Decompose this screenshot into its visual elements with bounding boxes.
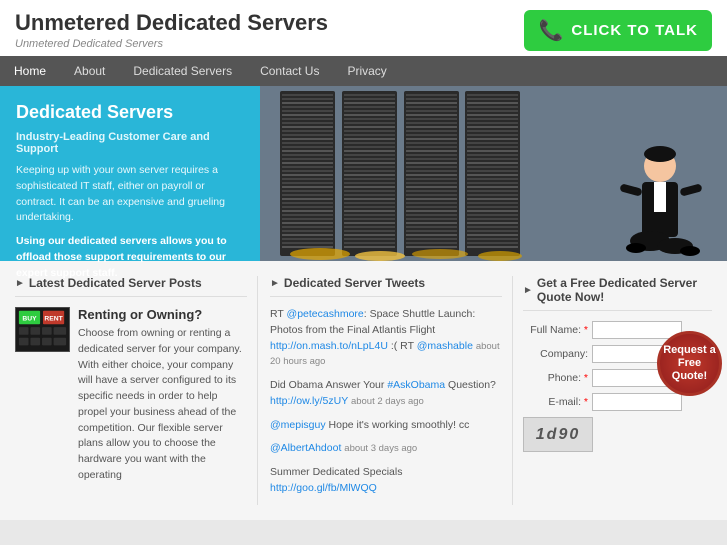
required-star-email: * [584, 396, 588, 408]
click-to-talk-button[interactable]: 📞 CLICK TO TALK [524, 10, 712, 51]
tweet-link-3[interactable]: http://goo.gl/fb/MlWQQ [270, 482, 377, 494]
tweet-3: @mepisguy Hope it's working smoothly! cc [270, 418, 502, 434]
quote-arrow-icon: ► [523, 285, 533, 296]
post-item: BUY RENT Renting or Owning? Choose from … [15, 307, 247, 484]
request-quote-button[interactable]: Request a Free Quote! [657, 331, 722, 396]
page-header: Unmetered Dedicated Servers Unmetered De… [0, 0, 727, 56]
main-content: ► Latest Dedicated Server Posts BUY RENT [0, 261, 727, 520]
tweet-user-link-2[interactable]: @mashable [417, 340, 473, 352]
click-to-talk-label: CLICK TO TALK [571, 22, 698, 39]
required-star-phone: * [584, 372, 588, 384]
fullname-label: Full Name: * [523, 324, 588, 336]
company-label: Company: [523, 348, 588, 360]
tweet-2: Did Obama Answer Your #AskObama Question… [270, 378, 502, 410]
post-thumbnail: BUY RENT [15, 307, 70, 352]
quote-column: ► Get a Free Dedicated Server Quote Now!… [512, 276, 712, 505]
posts-section-title: ► Latest Dedicated Server Posts [15, 276, 247, 297]
tweet-link-2[interactable]: http://ow.ly/5zUY [270, 395, 348, 407]
quote-section-title: ► Get a Free Dedicated Server Quote Now! [523, 276, 712, 311]
tweet-user-link-3[interactable]: @mepisguy [270, 419, 326, 431]
hero-subtitle: Industry-Leading Customer Care and Suppo… [16, 131, 244, 155]
hero-bold-text: Using our dedicated servers allows you t… [16, 234, 244, 281]
navigation: Home About Dedicated Servers Contact Us … [0, 56, 727, 86]
nav-item-dedicated-servers[interactable]: Dedicated Servers [119, 56, 246, 86]
post-title: Renting or Owning? [78, 307, 247, 322]
phone-icon: 📞 [538, 18, 563, 43]
posts-arrow-icon: ► [15, 278, 25, 289]
posts-column: ► Latest Dedicated Server Posts BUY RENT [15, 276, 257, 505]
nav-item-contact-us[interactable]: Contact Us [246, 56, 333, 86]
tweet-5: Summer Dedicated Specials http://goo.gl/… [270, 465, 502, 497]
tweet-time-4: about 3 days ago [344, 443, 417, 454]
hero-content: Dedicated Servers Industry-Leading Custo… [0, 86, 260, 261]
email-input[interactable] [592, 393, 682, 411]
post-content: Renting or Owning? Choose from owning or… [78, 307, 247, 484]
tweets-column: ► Dedicated Server Tweets RT @petecashmo… [257, 276, 512, 505]
tweet-1: RT @petecashmore: Space Shuttle Launch: … [270, 307, 502, 370]
quote-form-wrapper: Full Name: * Company: Phone: * E-mail: *… [523, 321, 712, 452]
tweet-time-2: about 2 days ago [351, 396, 424, 407]
server-illustration [260, 86, 727, 261]
phone-label: Phone: * [523, 372, 588, 384]
tweet-link-1[interactable]: http://on.mash.to/nLpL4U [270, 340, 388, 352]
hero-image [260, 86, 727, 261]
form-row-email: E-mail: * [523, 393, 712, 411]
captcha-image: 1d90 [523, 417, 593, 452]
keyboard-icon: BUY RENT [16, 307, 69, 352]
required-star: * [584, 324, 588, 336]
hero-section: Dedicated Servers Industry-Leading Custo… [0, 86, 727, 261]
tweet-user-link-4[interactable]: @AlbertAhdoot [270, 442, 341, 454]
tweet-hashtag[interactable]: #AskObama [387, 379, 445, 391]
email-label: E-mail: * [523, 396, 588, 408]
nav-item-home[interactable]: Home [0, 56, 60, 86]
tweets-arrow-icon: ► [270, 278, 280, 289]
nav-item-about[interactable]: About [60, 56, 119, 86]
tweet-4: @AlbertAhdoot about 3 days ago [270, 441, 502, 457]
fullname-input[interactable] [592, 321, 682, 339]
hero-body: Keeping up with your own server requires… [16, 163, 244, 226]
nav-item-privacy[interactable]: Privacy [333, 56, 400, 86]
post-body: Choose from owning or renting a dedicate… [78, 326, 247, 484]
hero-title: Dedicated Servers [16, 102, 244, 123]
site-subtitle: Unmetered Dedicated Servers [15, 38, 328, 50]
tweets-section-title: ► Dedicated Server Tweets [270, 276, 502, 297]
server-image [260, 86, 727, 261]
site-title-block: Unmetered Dedicated Servers Unmetered De… [15, 10, 328, 50]
svg-text:RENT: RENT [44, 315, 63, 322]
site-title: Unmetered Dedicated Servers [15, 10, 328, 36]
svg-text:BUY: BUY [22, 315, 37, 322]
captcha-text: 1d90 [536, 426, 580, 444]
tweet-user-link-1[interactable]: @petecashmore [287, 308, 364, 320]
